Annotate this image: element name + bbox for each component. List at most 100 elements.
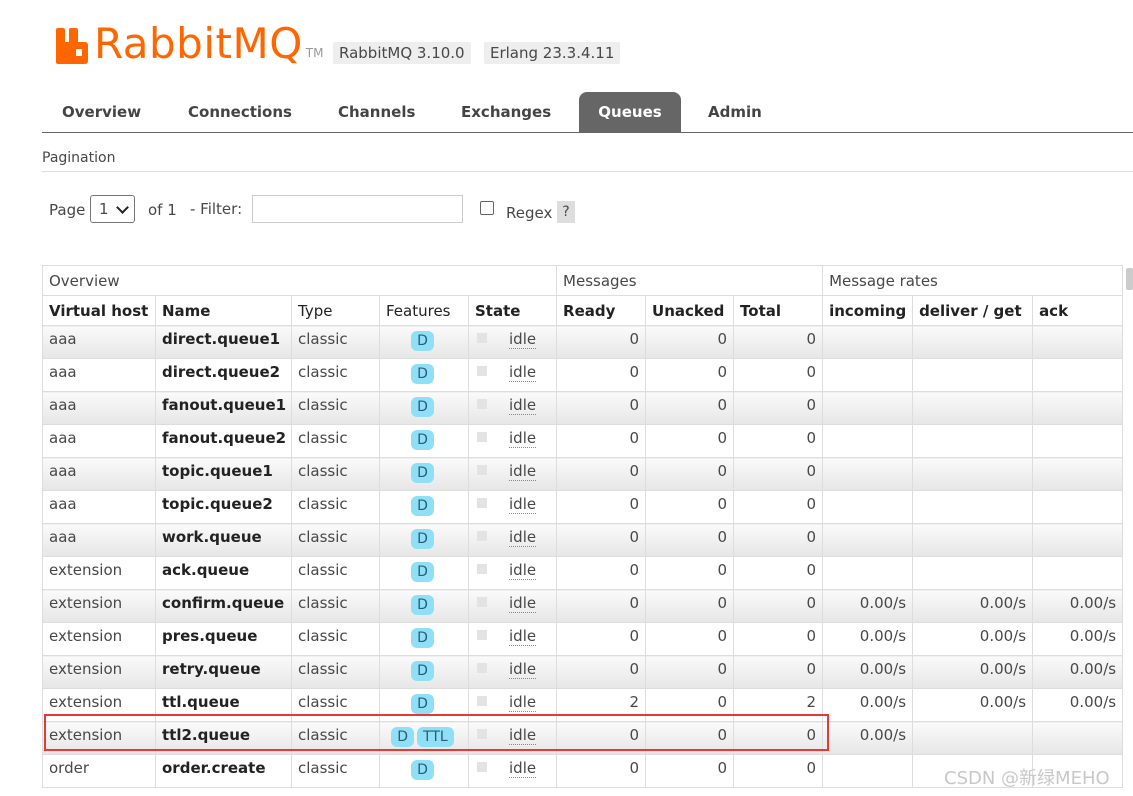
col-total[interactable]: Total [733,295,824,326]
queue-name-link[interactable]: topic.queue1 [155,457,292,491]
state-cell: idle [467,589,558,623]
table-row[interactable]: extension retry.queue classic Didle 0 0 0 0.00/… [42,655,1124,689]
table-row[interactable]: aaa direct.queue2 classic Didle 0 0 0 [42,358,1124,392]
table-row[interactable]: aaa topic.queue1 classic Didle 0 0 0 [42,457,1124,491]
ack-rate-cell [1032,325,1124,359]
ready-cell: 0 [556,655,647,689]
deliver-get-rate-cell [912,391,1034,425]
queue-name-link[interactable]: ttl2.queue [155,721,292,755]
vhost-cell: order [42,754,156,788]
queue-name-link[interactable]: ack.queue [155,556,292,590]
state-indicator-icon [477,398,487,409]
deliver-get-rate-cell [912,490,1034,524]
table-row[interactable]: extension ttl2.queue classic D TTL idle 0 0 0 0.0… [42,721,1124,755]
state-text: idle [509,528,537,547]
deliver-get-rate-cell [912,358,1034,392]
type-cell: classic [291,721,380,755]
state-text: idle [509,726,537,745]
table-row[interactable]: aaa work.queue classic Didle 0 0 0 [42,523,1124,557]
tab-overview[interactable]: Overview [62,92,141,132]
incoming-rate-cell: 0.00/s [822,622,914,656]
features-cell: D [379,358,469,392]
filter-input[interactable] [252,195,463,223]
col-ack[interactable]: ack [1032,295,1124,326]
col-virtual-host[interactable]: Virtual host [42,295,156,326]
col-unacked[interactable]: Unacked [645,295,735,326]
features-cell: D [379,556,469,590]
col-state[interactable]: State [467,295,558,326]
queue-name-link[interactable]: work.queue [155,523,292,557]
ready-cell: 0 [556,391,647,425]
ack-rate-cell [1032,490,1124,524]
table-row[interactable]: extension pres.queue classic Didle 0 0 0 0.00/s… [42,622,1124,656]
queue-name-link[interactable]: ttl.queue [155,688,292,722]
table-row[interactable]: aaa direct.queue1 classic Didle 0 0 0 [42,325,1124,359]
table-row[interactable]: extension ttl.queue classic Didle 2 0 2 0.00/s 0… [42,688,1124,722]
page-select-value: 1 [99,200,109,218]
incoming-rate-cell [822,457,914,491]
tab-connections[interactable]: Connections [188,92,292,132]
table-row[interactable]: aaa fanout.queue2 classic Didle 0 0 0 [42,424,1124,458]
feature-badge: D [411,331,434,351]
queue-name-link[interactable]: direct.queue1 [155,325,292,359]
total-cell: 0 [733,523,824,557]
incoming-rate-cell [822,556,914,590]
type-cell: classic [291,457,380,491]
deliver-get-rate-cell [912,556,1034,590]
ack-rate-cell [1032,358,1124,392]
queue-name-link[interactable]: pres.queue [155,622,292,656]
features-cell: D [379,457,469,491]
state-cell: idle [467,688,558,722]
regex-checkbox[interactable] [480,201,494,215]
col-name[interactable]: Name [155,295,292,326]
table-row[interactable]: aaa topic.queue2 classic Didle 0 0 0 [42,490,1124,524]
deliver-get-rate-cell [912,424,1034,458]
queue-name-link[interactable]: confirm.queue [155,589,292,623]
feature-badge: D [411,661,434,681]
tab-channels[interactable]: Channels [338,92,415,132]
scrollbar-thumb[interactable] [1126,268,1133,290]
state-text: idle [509,759,537,778]
incoming-rate-cell [822,358,914,392]
ack-rate-cell [1032,556,1124,590]
type-cell: classic [291,523,380,557]
regex-help-button[interactable]: ? [557,201,575,223]
col-type[interactable]: Type [291,295,380,326]
col-ready[interactable]: Ready [556,295,647,326]
vhost-cell: extension [42,721,156,755]
type-cell: classic [291,325,380,359]
pagination-section-title[interactable]: Pagination [42,150,115,166]
queue-name-link[interactable]: fanout.queue2 [155,424,292,458]
state-cell: idle [467,721,558,755]
deliver-get-rate-cell [912,325,1034,359]
ready-cell: 0 [556,325,647,359]
unacked-cell: 0 [645,424,735,458]
col-features[interactable]: Features [379,295,469,326]
col-deliver-get[interactable]: deliver / get [912,295,1034,326]
page-select[interactable]: 1 [90,195,135,223]
feature-badge: D [411,364,434,384]
table-row[interactable]: extension ack.queue classic Didle 0 0 0 [42,556,1124,590]
queue-name-link[interactable]: order.create [155,754,292,788]
queue-name-link[interactable]: retry.queue [155,655,292,689]
incoming-rate-cell [822,325,914,359]
queue-name-link[interactable]: fanout.queue1 [155,391,292,425]
vhost-cell: aaa [42,358,156,392]
feature-badge: D [411,397,434,417]
table-row[interactable]: aaa fanout.queue1 classic Didle 0 0 0 [42,391,1124,425]
tab-exchanges[interactable]: Exchanges [461,92,551,132]
vhost-cell: aaa [42,391,156,425]
rabbitmq-logo[interactable]: RabbitMQ TM [56,22,323,65]
col-incoming[interactable]: incoming [822,295,914,326]
tab-admin[interactable]: Admin [708,92,762,132]
tab-queues[interactable]: Queues [579,92,681,132]
unacked-cell: 0 [645,589,735,623]
ack-rate-cell: 0.00/s [1032,589,1124,623]
group-header-messages: Messages [556,265,824,296]
queue-name-link[interactable]: topic.queue2 [155,490,292,524]
queue-name-link[interactable]: direct.queue2 [155,358,292,392]
unacked-cell: 0 [645,391,735,425]
table-row[interactable]: extension confirm.queue classic Didle 0 0 0 0.0… [42,589,1124,623]
total-cell: 0 [733,391,824,425]
incoming-rate-cell: 0.00/s [822,655,914,689]
